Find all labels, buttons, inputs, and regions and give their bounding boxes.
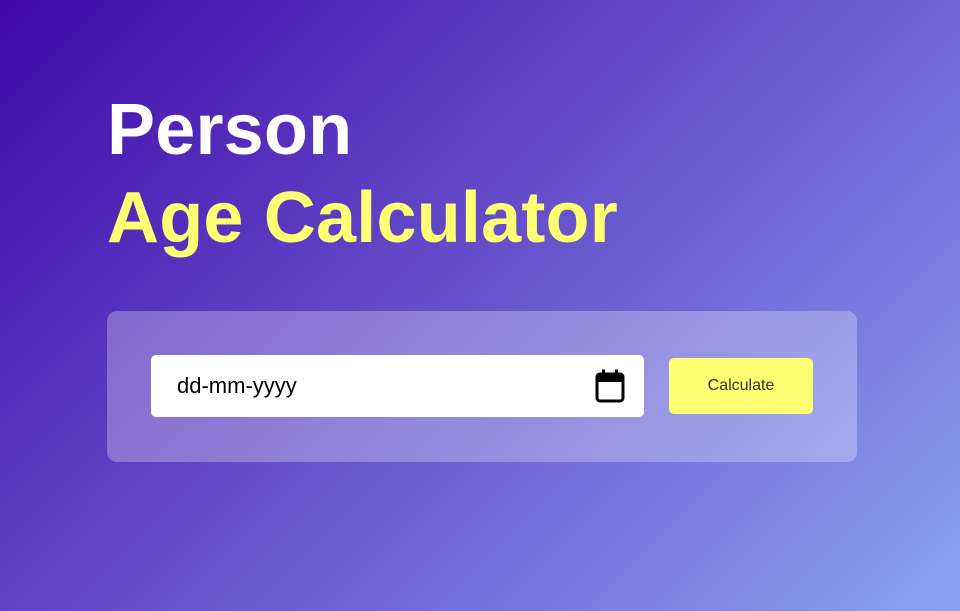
title-line-person: Person [107,90,353,170]
calculate-button[interactable]: Calculate [669,358,813,414]
date-placeholder[interactable]: dd-mm-yyyy [177,373,594,399]
calendar-icon[interactable] [594,368,626,404]
calculator-card: dd-mm-yyyy Calculate [107,311,857,462]
page-title: Person Age Calculator [107,86,618,262]
title-line-age-calculator: Age Calculator [107,178,618,258]
date-of-birth-input[interactable]: dd-mm-yyyy [151,355,644,417]
